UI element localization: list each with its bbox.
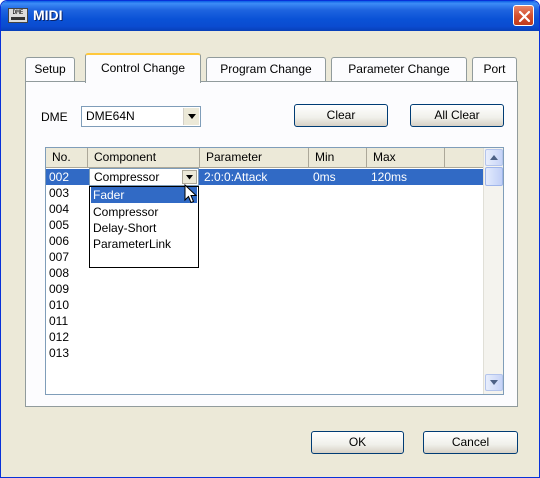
component-select-value: Compressor [94,170,160,184]
table-row[interactable]: 011 [46,313,486,329]
scroll-up-icon [490,155,498,160]
close-button[interactable] [513,5,534,26]
row-no: 011 [49,314,69,328]
row-no: 009 [49,282,70,296]
dme-label: DME [41,110,68,124]
scroll-down-button[interactable] [485,374,503,391]
dme-select[interactable]: DME64N [81,106,201,127]
dropdown-option-parameterlink[interactable]: ParameterLink [91,236,197,252]
row-no: 004 [49,202,70,216]
row-no: 008 [49,266,70,280]
chevron-down-icon [188,114,196,119]
tab-control-change[interactable]: Control Change [85,53,201,83]
mouse-pointer-icon [184,184,198,204]
component-dropdown-button[interactable] [182,170,197,184]
row-parameter: 2:0:0:Attack [204,170,268,184]
all-clear-button[interactable]: All Clear [410,104,504,127]
scroll-up-button[interactable] [485,149,503,166]
chevron-down-icon [186,175,193,180]
scroll-thumb[interactable] [485,167,503,186]
table-row[interactable]: 012 [46,329,486,345]
row-no: 003 [49,186,70,200]
tab-program-change[interactable]: Program Change [206,57,326,81]
close-icon [518,10,531,23]
column-component[interactable]: Component [88,148,200,168]
column-parameter[interactable]: Parameter [200,148,309,168]
row-no: 013 [49,346,70,360]
component-select[interactable]: Compressor [89,168,199,186]
row-no: 010 [49,298,70,312]
row-min: 0ms [313,170,336,184]
title-bar[interactable]: DME MIDI [1,1,539,31]
row-no: 012 [49,330,70,344]
dropdown-option-compressor[interactable]: Compressor [91,204,197,220]
column-max[interactable]: Max [367,148,445,168]
row-no: 006 [49,234,70,248]
dme-icon-text: DME [12,9,24,16]
cancel-button[interactable]: Cancel [423,431,518,454]
dme-dropdown-button[interactable] [183,108,199,125]
component-dropdown-list: Fader Compressor Delay-Short ParameterLi… [89,186,199,268]
row-no: 005 [49,218,70,232]
tab-parameter-change[interactable]: Parameter Change [331,57,467,81]
table-row[interactable]: 009 [46,281,486,297]
list-header: No. Component Parameter Min Max [46,148,486,168]
window-title: MIDI [33,7,63,23]
row-max: 120ms [371,170,408,184]
table-row[interactable]: 010 [46,297,486,313]
table-row[interactable]: 013 [46,345,486,361]
tab-port[interactable]: Port [472,57,517,81]
vertical-scrollbar[interactable] [483,148,503,394]
dropdown-option-fader[interactable]: Fader [91,187,197,203]
scroll-down-icon [490,380,498,385]
dme-icon: DME [8,8,28,23]
row-no: 002 [49,170,70,184]
clear-button[interactable]: Clear [294,104,388,127]
row-no: 007 [49,250,70,264]
column-no[interactable]: No. [46,148,88,168]
column-min[interactable]: Min [309,148,367,168]
ok-button[interactable]: OK [311,431,404,454]
column-blank [445,148,486,168]
tab-setup[interactable]: Setup [25,57,75,81]
dme-select-value: DME64N [86,109,135,123]
midi-dialog: DME MIDI Setup Control Change Program Ch… [0,0,540,478]
dropdown-option-delay-short[interactable]: Delay-Short [91,220,197,236]
